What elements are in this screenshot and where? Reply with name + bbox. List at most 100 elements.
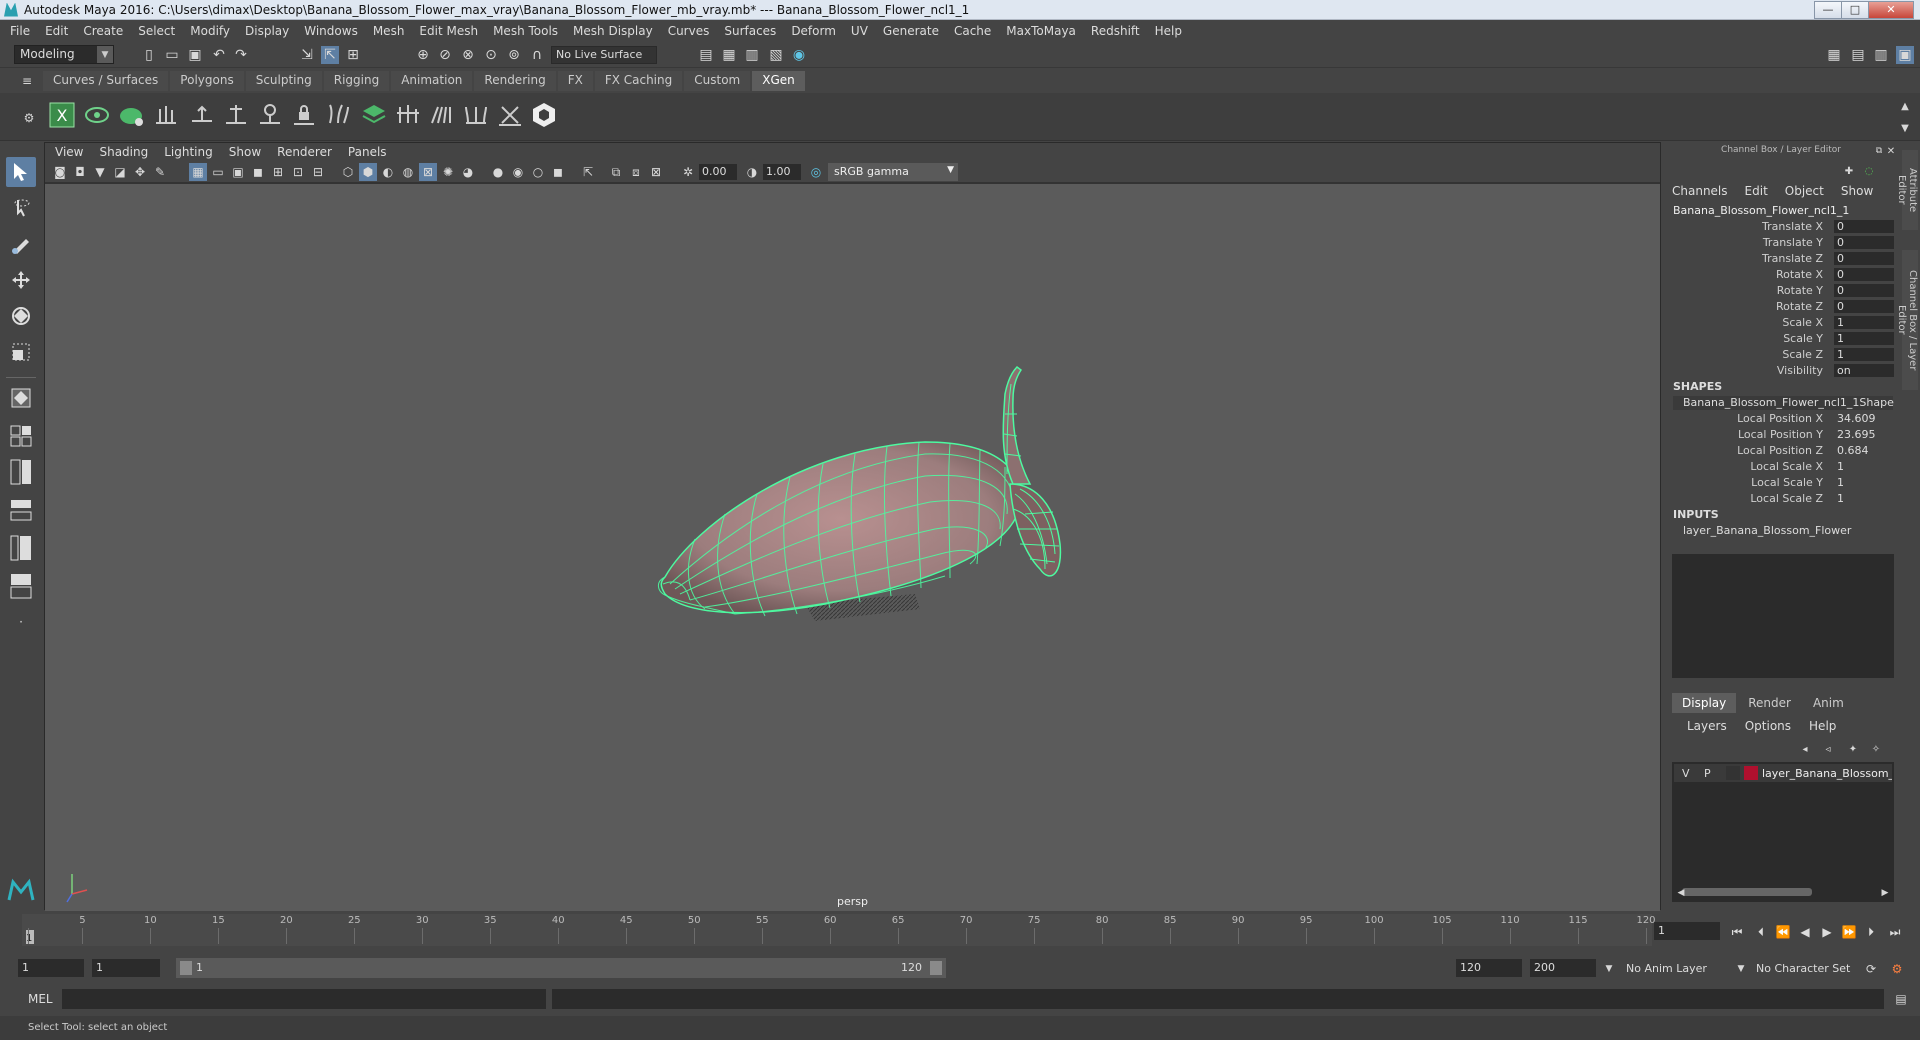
shelf-tab-custom[interactable]: Custom [684, 71, 751, 91]
channel-filter-icon[interactable]: ✚ [1840, 162, 1858, 180]
attr-local-position-y[interactable]: Local Position Y 23.695 [1664, 428, 1898, 442]
chevron-down-icon[interactable]: ▼ [1732, 960, 1750, 978]
layout-graph-editor-icon[interactable] [6, 571, 36, 601]
layer-menu-layers[interactable]: Layers [1687, 719, 1727, 733]
cb-menu-channels[interactable]: Channels [1672, 184, 1728, 198]
menu-mesh-display[interactable]: Mesh Display [573, 24, 653, 38]
xgen-sculpt-guide-icon[interactable] [220, 99, 252, 131]
attr-value[interactable]: 1 [1834, 332, 1894, 345]
grease-pencil-icon[interactable]: ✎ [151, 163, 169, 181]
menu-curves[interactable]: Curves [668, 24, 710, 38]
menu-file[interactable]: File [10, 24, 30, 38]
channel-box-toggle-icon[interactable]: ▣ [1896, 46, 1914, 64]
select-object-icon[interactable]: ⇱ [321, 46, 339, 64]
textured-icon[interactable]: ◍ [399, 163, 417, 181]
select-tool-icon[interactable] [6, 157, 36, 187]
menu-cache[interactable]: Cache [954, 24, 991, 38]
attr-value[interactable]: 1 [1834, 348, 1894, 361]
close-panel-icon[interactable]: ✕ [1882, 142, 1900, 160]
attr-value[interactable]: 1 [1834, 476, 1894, 489]
maximize-button[interactable]: □ [1841, 0, 1868, 19]
undo-icon[interactable]: ↶ [210, 46, 228, 64]
xgen-bend-guide-icon[interactable] [322, 99, 354, 131]
range-slider[interactable]: 1 120 [176, 958, 946, 978]
image-plane-icon[interactable]: ◪ [111, 163, 129, 181]
chevron-down-icon[interactable]: ▼ [1600, 960, 1618, 978]
smooth-shade-icon[interactable]: ⬢ [359, 163, 377, 181]
layer-menu-options[interactable]: Options [1745, 719, 1791, 733]
animation-preferences-icon[interactable]: ⚙ [1888, 960, 1906, 978]
menu-deform[interactable]: Deform [791, 24, 836, 38]
hypershade-icon[interactable]: ◉ [790, 46, 808, 64]
input-node-name[interactable]: layer_Banana_Blossom_Flower [1683, 524, 1851, 537]
step-back-frame-icon[interactable]: ⏴ [1752, 924, 1770, 940]
play-backwards-icon[interactable]: ◀ [1796, 924, 1814, 940]
xgen-delete-guide-icon[interactable] [494, 99, 526, 131]
open-scene-icon[interactable]: ▭ [163, 46, 181, 64]
camera-2d-pan-icon[interactable]: ✥ [131, 163, 149, 181]
menu-select[interactable]: Select [138, 24, 175, 38]
xray-icon[interactable]: ⧉ [607, 163, 625, 181]
exposure-icon[interactable]: ✲ [679, 163, 697, 181]
new-layer-icon[interactable]: ✦ [1844, 740, 1862, 758]
layout-single-pane-icon[interactable] [6, 421, 36, 451]
ambient-occlusion-icon[interactable]: ● [489, 163, 507, 181]
step-forward-frame-icon[interactable]: ⏵ [1862, 924, 1880, 940]
shadows-icon[interactable]: ◕ [459, 163, 477, 181]
shelf-menu-icon[interactable]: ≡ [18, 72, 36, 90]
menu-edit[interactable]: Edit [45, 24, 68, 38]
attr-value[interactable]: on [1834, 364, 1894, 377]
layer-menu-help[interactable]: Help [1809, 719, 1836, 733]
attr-local-scale-y[interactable]: Local Scale Y 1 [1664, 476, 1898, 490]
menu-uv[interactable]: UV [851, 24, 868, 38]
wireframe-shading-icon[interactable]: ⬡ [339, 163, 357, 181]
attr-translate-y[interactable]: Translate Y 0 [1664, 236, 1898, 250]
redo-icon[interactable]: ↷ [232, 46, 250, 64]
default-material-icon[interactable]: ◐ [379, 163, 397, 181]
rotate-tool-icon[interactable] [6, 301, 36, 331]
lasso-tool-icon[interactable] [6, 193, 36, 223]
channel-box-tab[interactable]: Channel Box / Layer Editor [1896, 250, 1918, 390]
soft-select-icon[interactable] [6, 383, 36, 413]
xgen-hexagon-logo-icon[interactable] [528, 99, 560, 131]
xgen-create-description-icon[interactable] [115, 99, 147, 131]
shelf-tab-polygons[interactable]: Polygons [170, 71, 244, 91]
attr-value[interactable]: 1 [1834, 492, 1894, 505]
safe-action-icon[interactable]: ⊡ [289, 163, 307, 181]
gate-mask-icon[interactable]: ◼ [249, 163, 267, 181]
snap-curve-icon[interactable]: ⊘ [436, 46, 454, 64]
resolution-gate-icon[interactable]: ▣ [229, 163, 247, 181]
scale-tool-icon[interactable] [6, 337, 36, 367]
attr-value[interactable]: 0 [1834, 268, 1894, 281]
xgen-guide-scale-icon[interactable] [254, 99, 286, 131]
viewport-menu-shading[interactable]: Shading [99, 145, 148, 159]
layout-single-icon[interactable]: ▦ [1825, 46, 1843, 64]
viewport-menu-lighting[interactable]: Lighting [164, 145, 213, 159]
move-layer-down-icon[interactable]: ◃ [1819, 740, 1837, 758]
paint-select-tool-icon[interactable] [6, 229, 36, 259]
xgen-groom-icon[interactable] [460, 99, 492, 131]
new-layer-selected-icon[interactable]: ✧ [1867, 740, 1885, 758]
current-frame-field[interactable]: 1 [1654, 922, 1720, 940]
xgen-editor-icon[interactable]: X [46, 99, 78, 131]
layer-tab-render[interactable]: Render [1738, 693, 1801, 713]
time-slider[interactable]: 1 5 10 15 20 25 30 35 40 45 50 55 60 65 70 75 80 85 90 95 1… [0, 912, 1920, 948]
script-editor-icon[interactable]: ▤ [1892, 990, 1910, 1008]
xray-active-icon[interactable]: ⊠ [647, 163, 665, 181]
play-forwards-icon[interactable]: ▶ [1818, 924, 1836, 940]
select-hierarchy-icon[interactable]: ⇲ [298, 46, 316, 64]
close-button[interactable]: ✕ [1868, 0, 1914, 19]
depth-of-field-icon[interactable]: ◼ [549, 163, 567, 181]
layer-name[interactable]: layer_Banana_Blossom_F [1762, 767, 1892, 780]
menu-mesh-tools[interactable]: Mesh Tools [493, 24, 558, 38]
menu-surfaces[interactable]: Surfaces [724, 24, 776, 38]
attr-value[interactable]: 0 [1834, 300, 1894, 313]
scroll-right-icon[interactable]: ▶ [1876, 884, 1894, 902]
xgen-guides-icon[interactable] [150, 99, 182, 131]
attr-scale-y[interactable]: Scale Y 1 [1664, 332, 1898, 346]
snap-view-plane-icon[interactable]: ⊙ [482, 46, 500, 64]
magnet-icon[interactable]: ∩ [528, 46, 546, 64]
range-start-handle[interactable] [180, 961, 192, 975]
render-settings-icon[interactable]: ▧ [767, 46, 785, 64]
attr-translate-z[interactable]: Translate Z 0 [1664, 252, 1898, 266]
